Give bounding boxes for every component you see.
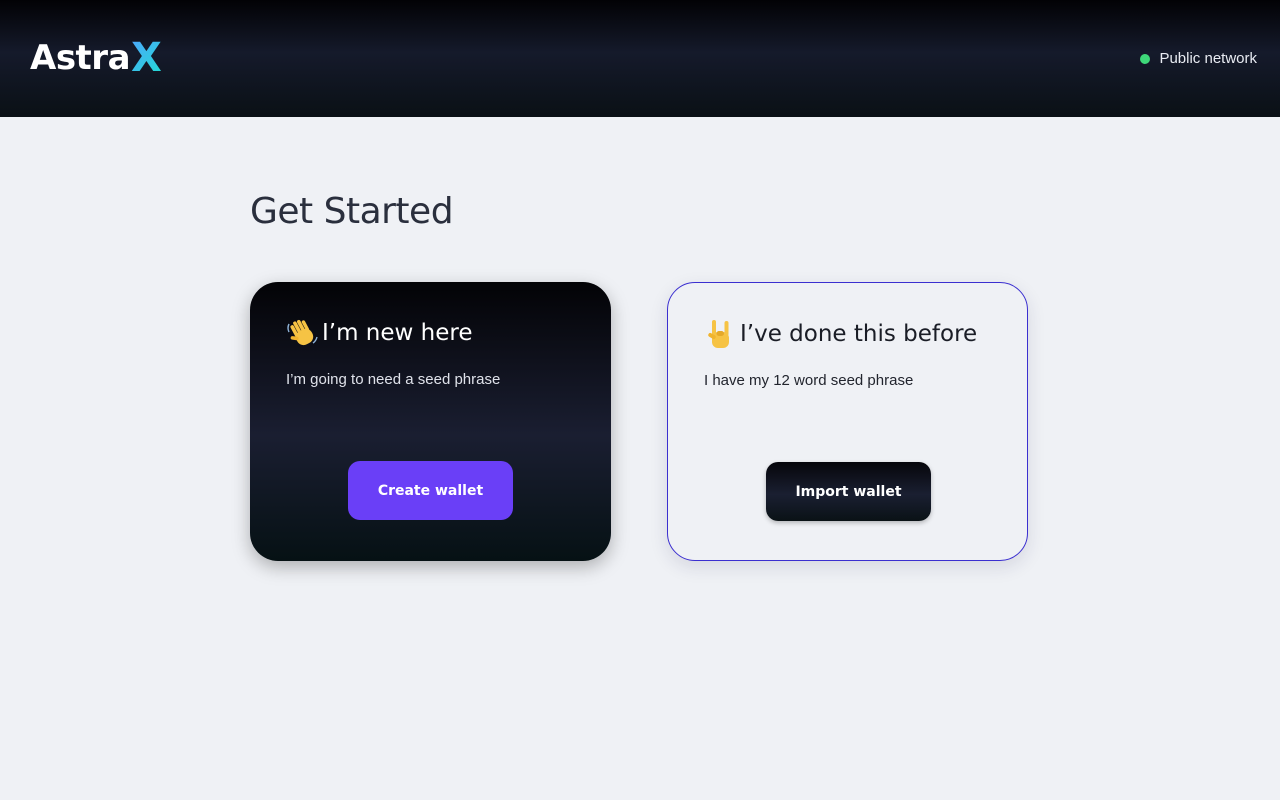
logo-text: Astra — [30, 38, 131, 78]
network-indicator[interactable]: Public network — [1140, 50, 1257, 67]
logo-accent: X — [131, 35, 162, 81]
page-title: Get Started — [250, 191, 454, 232]
import-wallet-button[interactable]: Import wallet — [766, 462, 931, 521]
import-wallet-heading-row: I’ve done this before — [704, 317, 977, 351]
import-wallet-card: I’ve done this before I have my 12 word … — [667, 282, 1028, 561]
new-wallet-card: I’m new here I’m going to need a seed ph… — [250, 282, 611, 561]
import-wallet-description: I have my 12 word seed phrase — [704, 372, 914, 389]
new-wallet-heading-row: I’m new here — [286, 316, 473, 350]
import-wallet-heading: I’ve done this before — [740, 321, 978, 347]
app-header: Astra X Public network — [0, 0, 1280, 117]
create-wallet-button[interactable]: Create wallet — [348, 461, 513, 520]
new-wallet-heading: I’m new here — [322, 320, 473, 346]
rock-on-hand-icon — [708, 320, 729, 348]
network-label: Public network — [1159, 50, 1257, 67]
waving-hand-icon — [287, 319, 318, 346]
astrax-logo[interactable]: Astra X — [30, 35, 162, 81]
network-status-dot-icon — [1140, 53, 1151, 64]
new-wallet-description: I’m going to need a seed phrase — [286, 371, 501, 388]
